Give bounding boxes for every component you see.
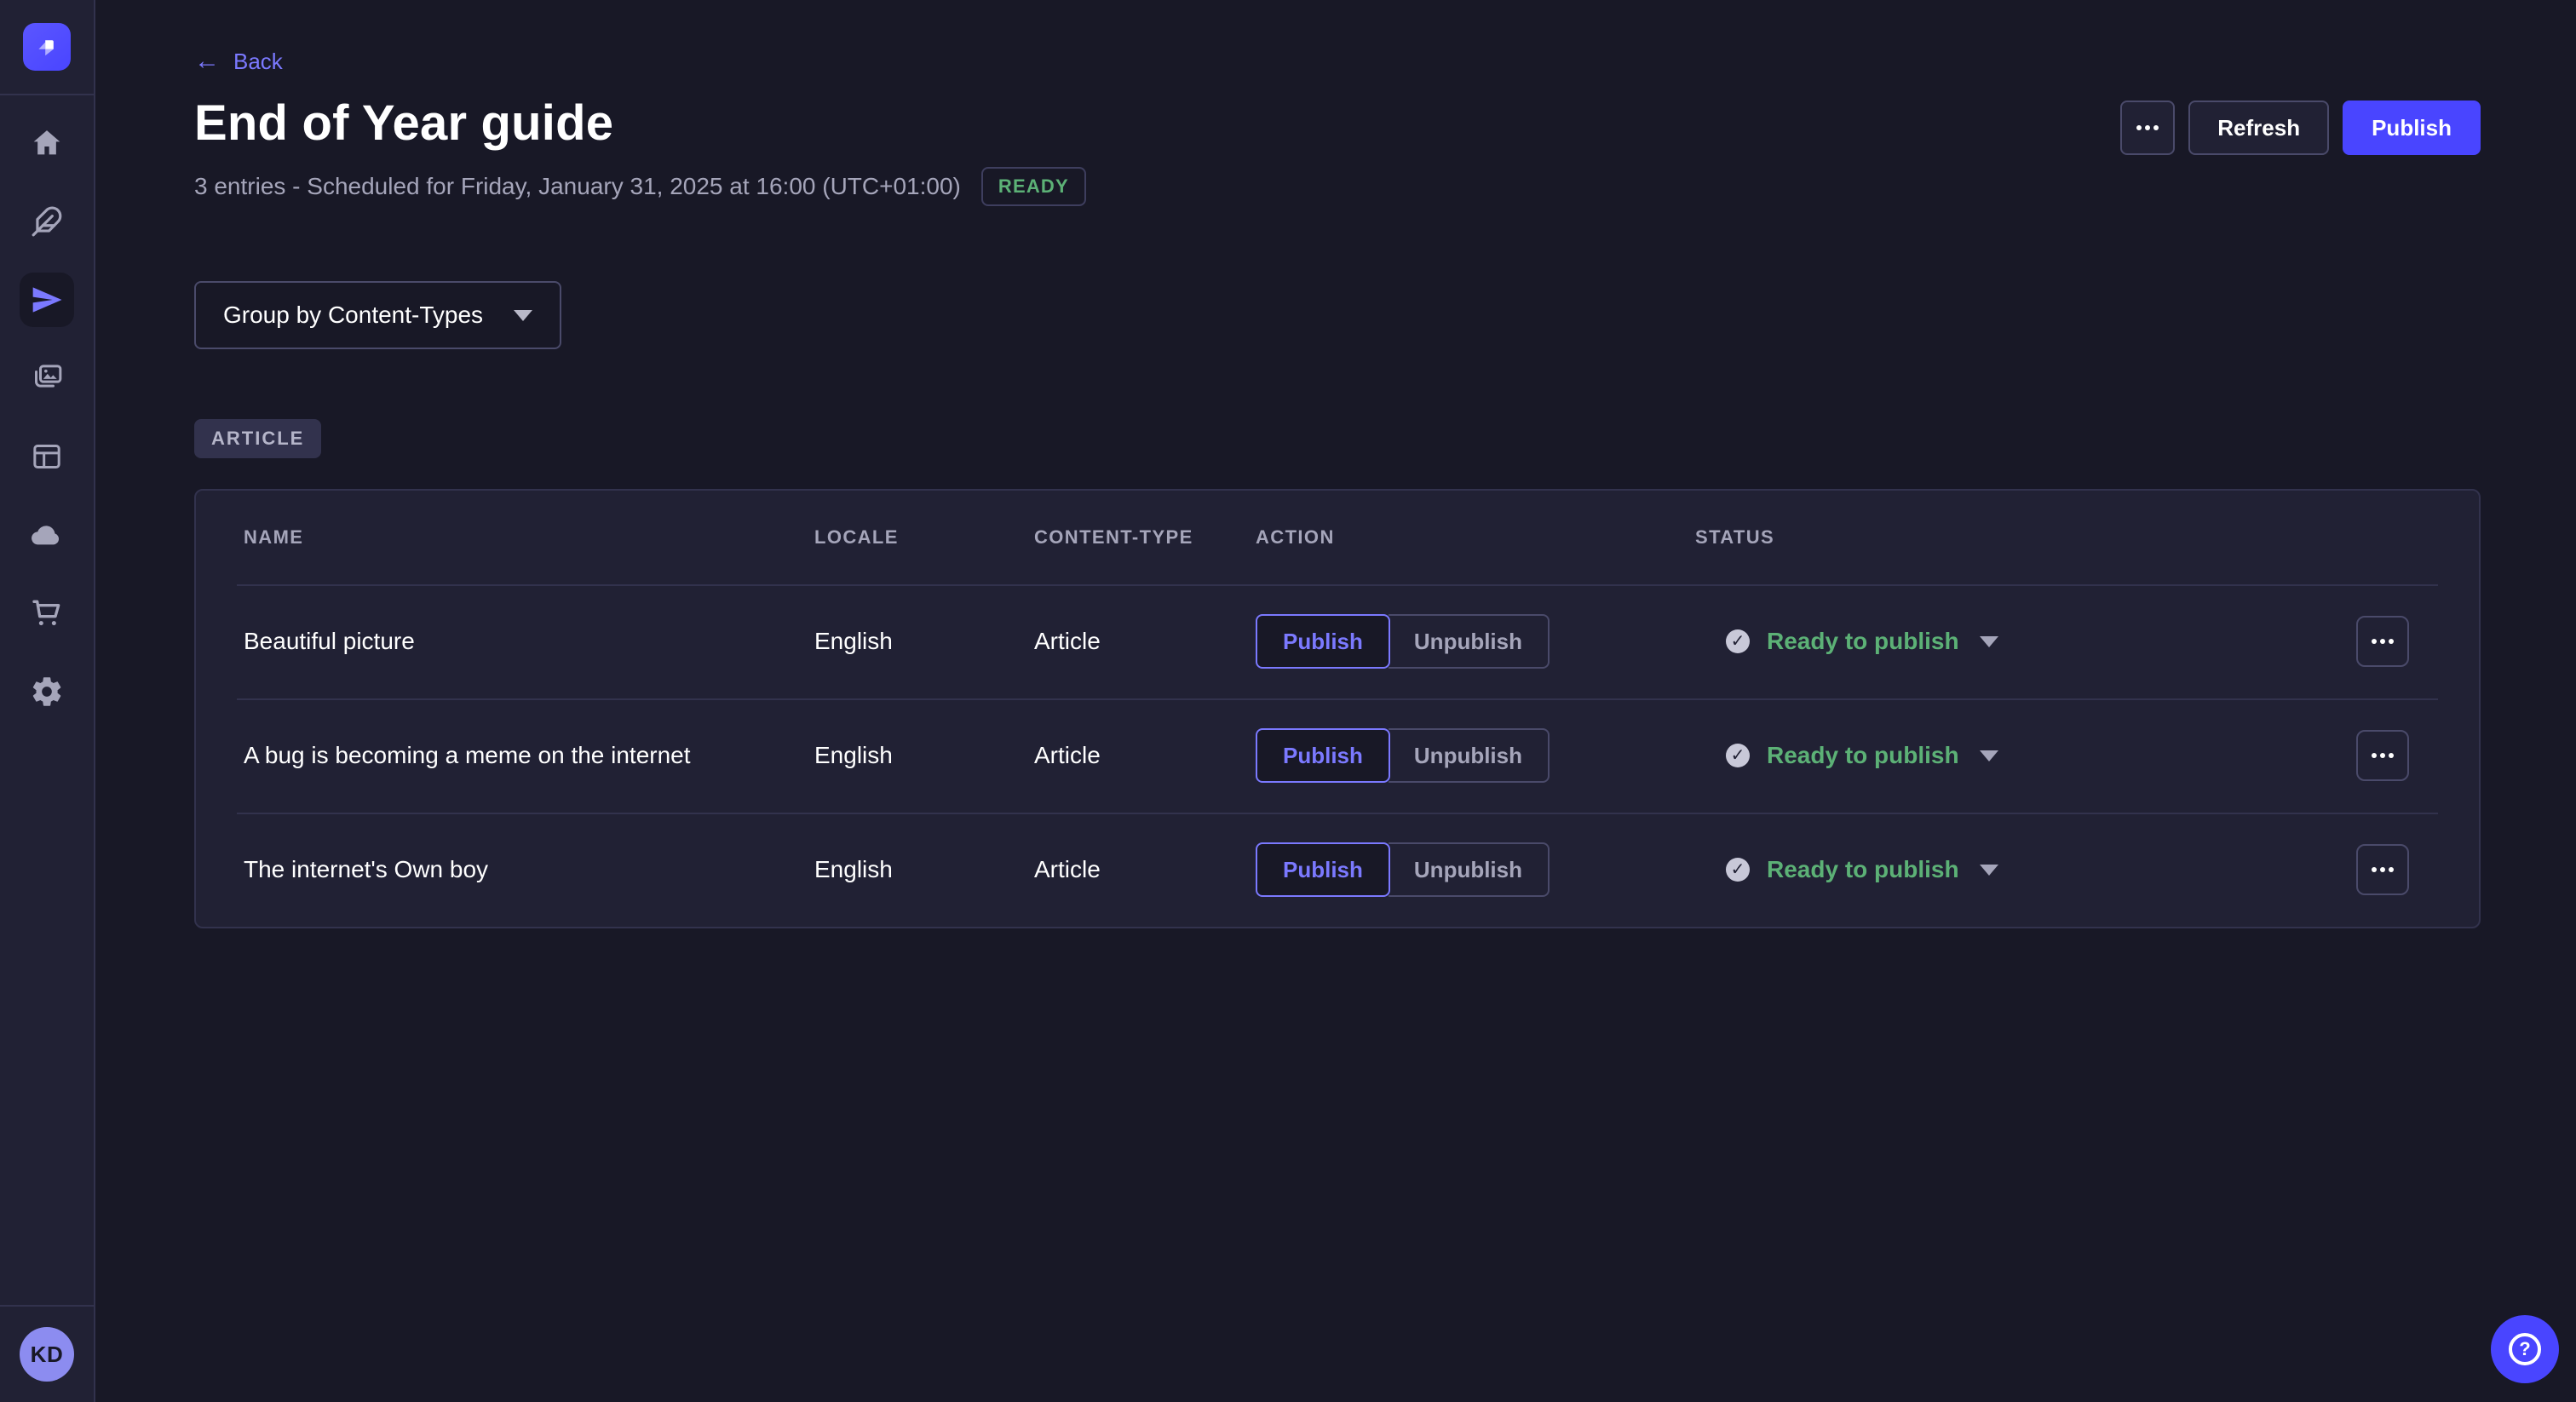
- table-row: A bug is becoming a meme on the internet…: [196, 698, 2479, 813]
- photos-icon: [30, 361, 64, 395]
- entry-status[interactable]: ✓ Ready to publish: [1695, 856, 2356, 883]
- status-label: Ready to publish: [1767, 628, 1959, 655]
- column-header-action: ACTION: [1256, 526, 1695, 549]
- release-subtitle: 3 entries - Scheduled for Friday, Januar…: [194, 173, 961, 200]
- sidebar-item-home[interactable]: [20, 116, 74, 170]
- back-arrow-icon: ←: [194, 49, 220, 74]
- sidebar-item-marketplace[interactable]: [20, 586, 74, 641]
- entry-more-cell: [2356, 616, 2411, 667]
- sidebar-item-content-manager[interactable]: [20, 194, 74, 249]
- more-horizontal-icon: [2380, 639, 2385, 644]
- chevron-down-icon: [1980, 636, 1998, 647]
- page-header: ← Back End of Year guide 3 entries - Sch…: [194, 44, 2481, 206]
- avatar[interactable]: KD: [20, 1327, 74, 1382]
- subtitle-row: 3 entries - Scheduled for Friday, Januar…: [194, 167, 1086, 206]
- check-circle-icon: ✓: [1726, 744, 1750, 767]
- entry-locale: English: [814, 742, 1034, 769]
- group-by-dropdown[interactable]: Group by Content-Types: [194, 281, 561, 349]
- group-by-label: Group by Content-Types: [223, 302, 483, 329]
- status-badge: READY: [981, 167, 1086, 206]
- question-mark-icon: ?: [2509, 1333, 2541, 1365]
- sidebar-footer: KD: [0, 1305, 94, 1402]
- entry-action-group: Publish Unpublish: [1256, 614, 1695, 669]
- gear-icon: [30, 675, 64, 709]
- check-circle-icon: ✓: [1726, 629, 1750, 653]
- refresh-button[interactable]: Refresh: [2188, 101, 2329, 155]
- publish-toggle[interactable]: Publish: [1256, 842, 1390, 897]
- release-more-button[interactable]: [2120, 101, 2175, 155]
- row-more-button[interactable]: [2356, 844, 2409, 895]
- publish-toggle[interactable]: Publish: [1256, 728, 1390, 783]
- main-content: ← Back End of Year guide 3 entries - Sch…: [97, 0, 2576, 1402]
- page-header-left: ← Back End of Year guide 3 entries - Sch…: [194, 44, 1086, 206]
- cloud-icon: [29, 517, 65, 553]
- sidebar-item-settings[interactable]: [20, 664, 74, 719]
- entry-status[interactable]: ✓ Ready to publish: [1695, 628, 2356, 655]
- entry-content-type: Article: [1034, 628, 1256, 655]
- sidebar-item-content-type-builder[interactable]: [20, 429, 74, 484]
- entry-status[interactable]: ✓ Ready to publish: [1695, 742, 2356, 769]
- sidebar-logo-section: [0, 0, 94, 95]
- sidebar-item-releases[interactable]: [20, 273, 74, 327]
- entry-locale: English: [814, 628, 1034, 655]
- strapi-logo[interactable]: [23, 23, 71, 71]
- back-label: Back: [233, 49, 283, 75]
- table-row: Beautiful picture English Article Publis…: [196, 584, 2479, 698]
- status-label: Ready to publish: [1767, 856, 1959, 883]
- status-label: Ready to publish: [1767, 742, 1959, 769]
- more-horizontal-icon: [2380, 867, 2385, 872]
- entry-action-group: Publish Unpublish: [1256, 842, 1695, 897]
- home-icon: [30, 126, 64, 160]
- column-header-content-type: CONTENT-TYPE: [1034, 526, 1256, 549]
- content-type-group-badge: ARTICLE: [194, 419, 321, 458]
- table-row: The internet's Own boy English Article P…: [196, 813, 2479, 927]
- entry-locale: English: [814, 856, 1034, 883]
- chevron-down-icon: [1980, 750, 1998, 761]
- paper-plane-icon: [30, 283, 64, 317]
- help-button[interactable]: ?: [2491, 1315, 2559, 1383]
- sidebar-item-cloud[interactable]: [20, 508, 74, 562]
- back-link[interactable]: ← Back: [194, 49, 283, 75]
- entry-content-type: Article: [1034, 856, 1256, 883]
- page-title: End of Year guide: [194, 95, 1086, 152]
- entry-name: Beautiful picture: [244, 628, 814, 655]
- unpublish-toggle[interactable]: Unpublish: [1389, 842, 1550, 897]
- row-more-button[interactable]: [2356, 730, 2409, 781]
- chevron-down-icon: [514, 310, 532, 321]
- toolbar: Group by Content-Types: [194, 281, 2481, 349]
- entry-action-group: Publish Unpublish: [1256, 728, 1695, 783]
- unpublish-toggle[interactable]: Unpublish: [1389, 728, 1550, 783]
- sidebar-nav: [0, 95, 94, 1305]
- more-horizontal-icon: [2380, 753, 2385, 758]
- table-header-row: NAME LOCALE CONTENT-TYPE ACTION STATUS: [196, 491, 2479, 584]
- feather-icon: [31, 205, 63, 238]
- column-header-status: STATUS: [1695, 526, 2356, 549]
- check-circle-icon: ✓: [1726, 858, 1750, 882]
- entries-table-card: NAME LOCALE CONTENT-TYPE ACTION STATUS B…: [194, 489, 2481, 928]
- publish-release-button[interactable]: Publish: [2343, 101, 2481, 155]
- column-header-locale: LOCALE: [814, 526, 1034, 549]
- app-root: KD ← Back End of Year guide 3 entries - …: [0, 0, 2576, 1402]
- entry-name: A bug is becoming a meme on the internet: [244, 742, 814, 769]
- entry-name: The internet's Own boy: [244, 856, 814, 883]
- sidebar: KD: [0, 0, 95, 1402]
- cart-icon: [30, 596, 64, 630]
- sidebar-item-media-library[interactable]: [20, 351, 74, 405]
- row-more-button[interactable]: [2356, 616, 2409, 667]
- layout-icon: [30, 440, 64, 474]
- entry-content-type: Article: [1034, 742, 1256, 769]
- column-header-name: NAME: [244, 526, 814, 549]
- strapi-logo-icon: [32, 32, 62, 62]
- chevron-down-icon: [1980, 865, 1998, 876]
- unpublish-toggle[interactable]: Unpublish: [1389, 614, 1550, 669]
- more-horizontal-icon: [2145, 125, 2150, 130]
- entry-more-cell: [2356, 844, 2411, 895]
- header-actions: Refresh Publish: [2120, 101, 2481, 155]
- entry-more-cell: [2356, 730, 2411, 781]
- publish-toggle[interactable]: Publish: [1256, 614, 1390, 669]
